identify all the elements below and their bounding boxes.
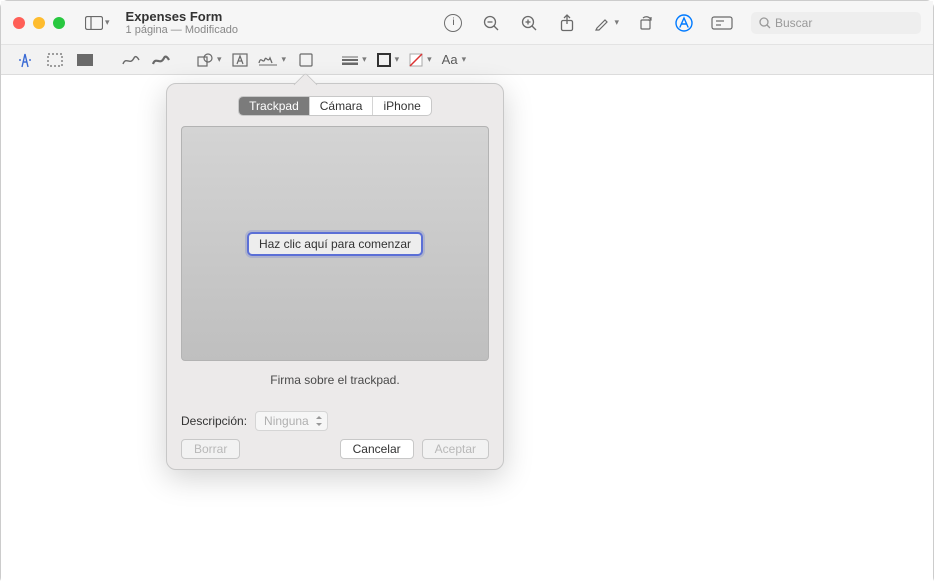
minimize-window-button[interactable] [33,17,45,29]
title-main: Expenses Form [126,9,239,24]
sidebar-toggle[interactable]: ▾ [81,14,114,32]
clear-button[interactable]: Borrar [181,439,240,459]
highlighter-icon [594,15,612,31]
sketch-tool[interactable] [117,49,145,71]
start-signing-button[interactable]: Haz clic aquí para comenzar [247,232,423,256]
draw-tool[interactable] [147,49,175,71]
search-placeholder: Buscar [775,16,812,30]
markup-button[interactable] [669,9,699,37]
fill-color-icon [409,53,423,67]
stroke-tool[interactable]: ▾ [338,49,371,71]
border-color-icon [377,53,391,67]
chevron-down-icon: ▾ [105,17,110,28]
form-fill-button[interactable] [707,9,737,37]
highlight-button[interactable]: ▾ [590,13,623,33]
signature-hint: Firma sobre el trackpad. [181,373,489,387]
document-title: Expenses Form 1 página — Modificado [126,9,239,36]
tab-iphone[interactable]: iPhone [372,97,430,115]
signature-icon [258,53,278,67]
note-icon [299,53,313,67]
stroke-icon [342,55,358,65]
close-window-button[interactable] [13,17,25,29]
textbox-icon [232,53,248,67]
title-sub: 1 página — Modificado [126,24,239,36]
rotate-icon [637,14,655,32]
chevron-down-icon: ▾ [427,54,432,65]
zoom-in-icon [520,14,538,32]
description-row: Descripción: Ninguna [181,411,489,431]
cancel-button[interactable]: Cancelar [340,439,414,459]
chevron-down-icon: ▾ [614,17,619,28]
text-cursor-icon [18,52,32,68]
signature-source-tabs: Trackpad Cámara iPhone [181,96,489,116]
redact-tool[interactable] [71,49,99,71]
description-label: Descripción: [181,414,247,428]
info-button[interactable]: i [438,9,468,37]
text-style-label: Aa [442,52,458,67]
tab-camera[interactable]: Cámara [309,97,373,115]
text-selection-tool[interactable] [11,49,39,71]
text-tool[interactable] [228,49,252,71]
window-controls [13,17,65,29]
info-icon: i [444,14,462,32]
popover-buttons: Borrar Cancelar Aceptar [181,439,489,459]
share-button[interactable] [552,9,582,37]
description-value: Ninguna [264,414,309,428]
rect-selection-tool[interactable] [41,49,69,71]
text-style-tool[interactable]: Aa ▾ [438,49,470,71]
chevron-down-icon: ▾ [217,54,222,65]
search-icon [759,17,771,29]
zoom-out-button[interactable] [476,9,506,37]
search-input[interactable]: Buscar [751,12,921,34]
shapes-icon [197,53,213,67]
share-icon [559,14,575,32]
rect-select-icon [47,53,63,67]
markup-icon [674,13,694,33]
fill-color-tool[interactable]: ▾ [405,49,436,71]
zoom-in-button[interactable] [514,9,544,37]
chevron-down-icon: ▾ [282,54,287,65]
note-tool[interactable] [292,49,320,71]
chevron-down-icon: ▾ [462,54,467,65]
rotate-button[interactable] [631,9,661,37]
tab-trackpad[interactable]: Trackpad [239,97,309,115]
form-field-icon [711,16,733,30]
fullscreen-window-button[interactable] [53,17,65,29]
signature-popover: Trackpad Cámara iPhone Haz clic aquí par… [166,83,504,470]
border-color-tool[interactable]: ▾ [373,49,404,71]
zoom-out-icon [482,14,500,32]
draw-icon [152,54,170,66]
chevron-down-icon: ▾ [395,54,400,65]
chevron-down-icon: ▾ [362,54,367,65]
accept-button[interactable]: Aceptar [422,439,489,459]
sketch-icon [122,54,140,66]
trackpad-area[interactable]: Haz clic aquí para comenzar [181,126,489,361]
markup-toolbar: ▾ ▾ ▾ ▾ ▾ Aa ▾ [1,45,933,75]
shapes-tool[interactable]: ▾ [193,49,226,71]
titlebar: ▾ Expenses Form 1 página — Modificado i … [1,1,933,45]
document-content: Trackpad Cámara iPhone Haz clic aquí par… [1,75,933,586]
redact-icon [77,54,93,66]
description-select[interactable]: Ninguna [255,411,328,431]
sign-tool[interactable]: ▾ [254,49,291,71]
